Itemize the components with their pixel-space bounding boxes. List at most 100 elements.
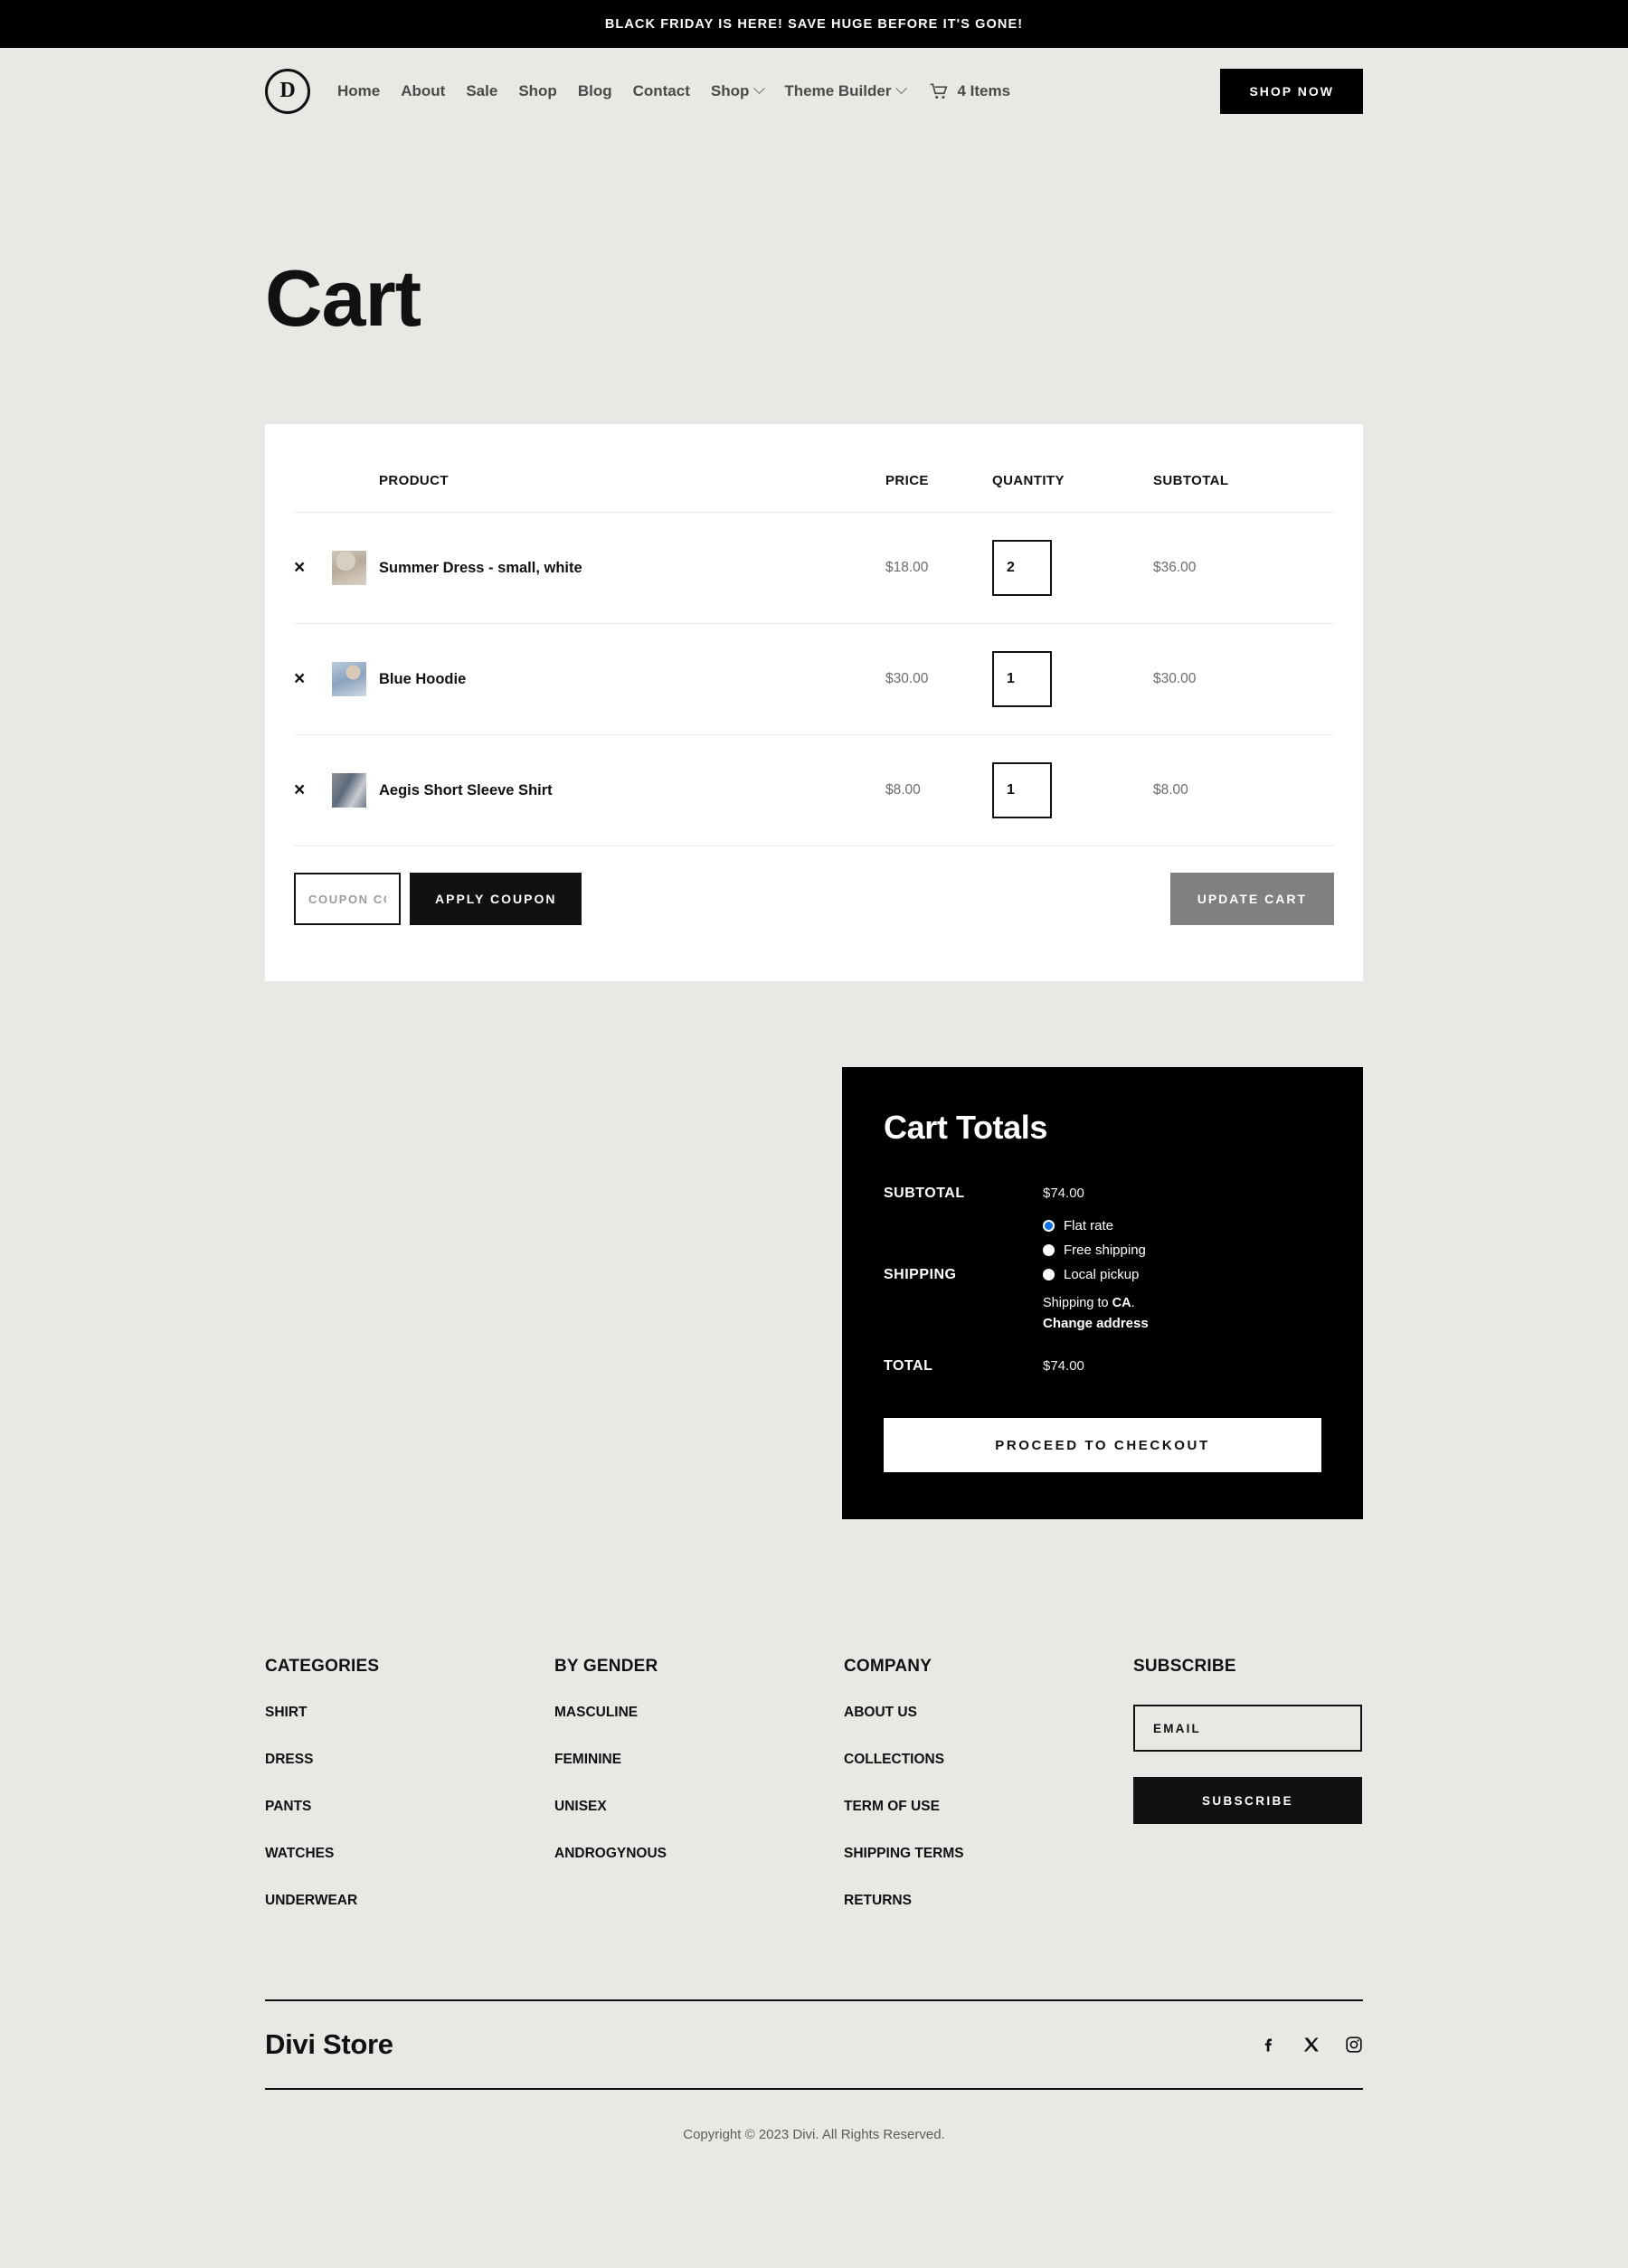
nav-item-blog[interactable]: Blog — [578, 82, 612, 100]
footer-link-returns[interactable]: Returns — [844, 1893, 1133, 1909]
footer-link-pants[interactable]: Pants — [265, 1799, 554, 1815]
cart-table: Product Price Quantity Subtotal × Summer… — [294, 460, 1334, 846]
shipping-option-free-shipping[interactable]: Free shipping — [1043, 1243, 1321, 1258]
radio-icon[interactable] — [1043, 1269, 1055, 1280]
product-thumbnail[interactable] — [332, 662, 366, 696]
chevron-down-icon — [753, 82, 766, 95]
footer-brand: Divi Store — [265, 2028, 393, 2060]
footer-heading: By Gender — [554, 1657, 658, 1676]
subtotal-label: Subtotal — [884, 1186, 965, 1201]
cell-product: Blue Hoodie — [379, 623, 885, 735]
coupon-code-input[interactable] — [294, 873, 401, 925]
site-footer: Categories Shirt Dress Pants Watches Und… — [265, 1657, 1363, 2197]
product-name-link[interactable]: Summer Dress - small, white — [379, 560, 582, 576]
radio-selected-icon[interactable] — [1043, 1220, 1055, 1232]
footer-link-watches[interactable]: Watches — [265, 1846, 554, 1862]
nav-label: Contact — [632, 81, 690, 99]
shipping-option-local-pickup[interactable]: Local pickup — [1043, 1267, 1321, 1282]
nav-label: Shop — [518, 81, 557, 99]
quantity-stepper[interactable] — [992, 651, 1052, 707]
nav-label: Home — [337, 81, 381, 99]
col-thumbnail — [332, 460, 379, 513]
shop-now-button[interactable]: Shop Now — [1220, 68, 1363, 114]
quantity-stepper[interactable] — [992, 762, 1052, 818]
table-row: × Blue Hoodie $30.00 $30.00 — [294, 623, 1334, 735]
footer-link-shirt[interactable]: Shirt — [265, 1705, 554, 1721]
cell-quantity — [992, 512, 1153, 624]
footer-link-dress[interactable]: Dress — [265, 1752, 554, 1768]
nav-label: Sale — [466, 81, 498, 99]
footer-link-collections[interactable]: Collections — [844, 1752, 1133, 1768]
update-cart-button[interactable]: Update Cart — [1169, 873, 1334, 925]
footer-link-about-us[interactable]: About Us — [844, 1705, 1133, 1721]
product-name-link[interactable]: Blue Hoodie — [379, 671, 466, 687]
footer-link-androgynous[interactable]: Androgynous — [554, 1846, 844, 1862]
nav-item-shop[interactable]: Shop — [518, 82, 557, 100]
cell-thumbnail — [332, 734, 379, 846]
product-thumbnail[interactable] — [332, 773, 366, 808]
footer-link-term-of-use[interactable]: Term of Use — [844, 1799, 1133, 1815]
nav-item-shop-dropdown[interactable]: Shop — [711, 82, 766, 100]
cell-product: Aegis Short Sleeve Shirt — [379, 734, 885, 846]
footer-link-unisex[interactable]: Unisex — [554, 1799, 844, 1815]
cell-price: $18.00 — [885, 512, 992, 624]
nav-item-about[interactable]: About — [401, 82, 445, 100]
cell-thumbnail — [332, 623, 379, 735]
col-subtotal: Subtotal — [1153, 460, 1334, 513]
nav-item-contact[interactable]: Contact — [633, 82, 690, 100]
quantity-input[interactable] — [1007, 782, 1050, 799]
remove-item-icon[interactable]: × — [294, 780, 305, 799]
subscribe-button[interactable]: Subscribe — [1133, 1777, 1362, 1824]
remove-item-icon[interactable]: × — [294, 669, 305, 688]
cart-table-card: Product Price Quantity Subtotal × Summer… — [265, 424, 1363, 981]
cell-subtotal: $30.00 — [1153, 623, 1334, 735]
shipping-option-flat-rate[interactable]: Flat rate — [1043, 1218, 1321, 1233]
total-label: Total — [884, 1358, 933, 1374]
nav-label: Blog — [577, 81, 612, 99]
col-product: Product — [379, 460, 885, 513]
table-row: × Aegis Short Sleeve Shirt $8.00 $8.0 — [294, 734, 1334, 846]
cell-remove: × — [294, 623, 332, 735]
footer-link-feminine[interactable]: Feminine — [554, 1752, 844, 1768]
nav-cart-link[interactable]: 4 Items — [930, 82, 1010, 100]
quantity-input[interactable] — [1007, 560, 1050, 576]
email-field[interactable] — [1133, 1705, 1362, 1752]
nav-item-home[interactable]: Home — [337, 82, 380, 100]
cell-price: $30.00 — [885, 623, 992, 735]
apply-coupon-button[interactable]: Apply Coupon — [410, 873, 582, 925]
shipping-destination: Shipping to CA. — [1043, 1296, 1321, 1310]
product-thumbnail[interactable] — [332, 551, 366, 585]
cart-totals-panel: Cart Totals Subtotal $74.00 Shipping Fla… — [842, 1067, 1363, 1519]
cell-subtotal: $8.00 — [1153, 734, 1334, 846]
facebook-icon[interactable] — [1260, 2036, 1278, 2054]
cell-remove: × — [294, 734, 332, 846]
col-price: Price — [885, 460, 992, 513]
primary-nav: Home About Sale Shop Blog Contact Shop T… — [337, 82, 1010, 100]
change-address-link[interactable]: Change address — [1043, 1316, 1321, 1331]
site-logo[interactable]: D — [265, 68, 310, 114]
copyright-text: Copyright © 2023 Divi. All Rights Reserv… — [683, 2127, 945, 2142]
cell-quantity — [992, 623, 1153, 735]
proceed-to-checkout-button[interactable]: Proceed to checkout — [884, 1418, 1321, 1472]
shipping-to-region: CA — [1112, 1296, 1131, 1310]
nav-item-theme-builder[interactable]: Theme Builder — [784, 82, 908, 100]
footer-column-subscribe: Subscribe Subscribe — [1133, 1657, 1363, 1940]
footer-heading: Subscribe — [1133, 1657, 1236, 1676]
footer-column-company: Company About Us Collections Term of Use… — [844, 1657, 1133, 1940]
instagram-icon[interactable] — [1345, 2036, 1363, 2054]
product-name-link[interactable]: Aegis Short Sleeve Shirt — [379, 782, 553, 799]
shipping-to-suffix: . — [1131, 1296, 1135, 1310]
footer-link-shipping-terms[interactable]: Shipping Terms — [844, 1846, 1133, 1862]
radio-icon[interactable] — [1043, 1244, 1055, 1256]
remove-item-icon[interactable]: × — [294, 558, 305, 577]
cell-quantity — [992, 734, 1153, 846]
nav-label: About — [401, 81, 446, 99]
subtotal-row: Subtotal $74.00 — [884, 1186, 1321, 1202]
footer-link-underwear[interactable]: Underwear — [265, 1893, 554, 1909]
quantity-stepper[interactable] — [992, 540, 1052, 596]
x-twitter-icon[interactable] — [1302, 2036, 1320, 2054]
nav-item-sale[interactable]: Sale — [466, 82, 497, 100]
table-row: × Summer Dress - small, white $18.00 2 $… — [294, 512, 1334, 624]
quantity-input[interactable] — [1007, 671, 1050, 687]
footer-link-masculine[interactable]: Masculine — [554, 1705, 844, 1721]
